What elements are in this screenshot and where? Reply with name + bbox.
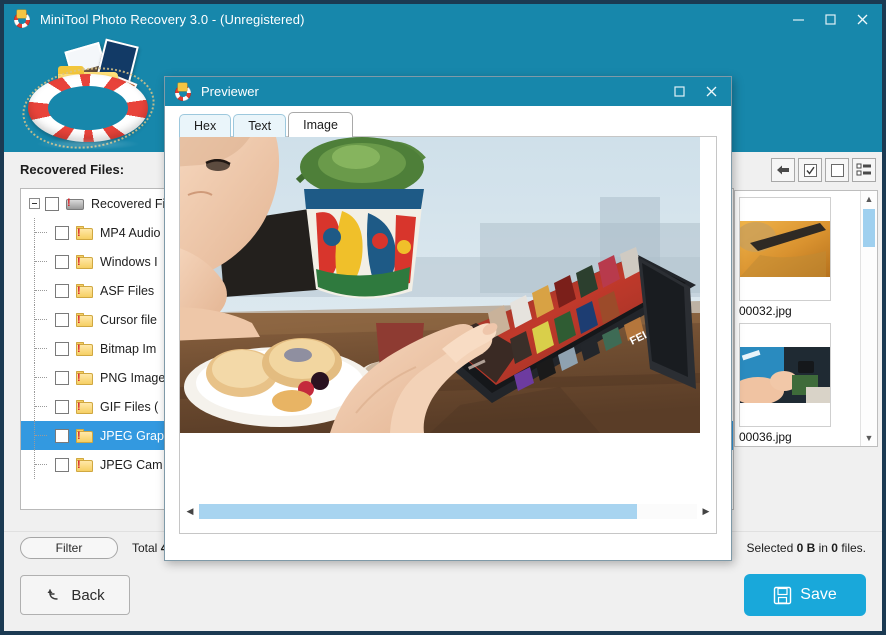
tab-label: Hex <box>194 119 217 133</box>
tree-item-label: ASF Files <box>100 283 155 298</box>
back-button[interactable]: Back <box>20 575 130 615</box>
preview-area[interactable]: FELT ◀ ▶ <box>179 137 717 534</box>
tree-checkbox[interactable] <box>55 370 69 385</box>
filter-button-label: Filter <box>55 540 83 555</box>
tree-item-label: MP4 Audio <box>100 225 161 240</box>
selected-count: 0 <box>831 540 838 555</box>
woman-touching-tablet-photo: FELT <box>180 137 700 433</box>
thumbnail-image <box>740 347 830 403</box>
thumbnail-filename: 00032.jpg <box>739 304 792 318</box>
selected-size: 0 B <box>796 540 816 555</box>
tab-label: Text <box>248 119 272 133</box>
total-status-text: Total 4 <box>132 541 167 555</box>
arrow-left-icon[interactable] <box>771 158 795 182</box>
dialog-title-bar: Previewer <box>165 77 731 106</box>
folder-warning-icon: ! <box>76 370 93 385</box>
thumbnail-item[interactable] <box>739 197 831 301</box>
tree-checkbox[interactable] <box>55 399 69 414</box>
tree-checkbox[interactable] <box>45 196 59 211</box>
thumbnail-filename: 00036.jpg <box>739 430 792 444</box>
folder-warning-icon: ! <box>76 428 93 443</box>
tree-checkbox[interactable] <box>55 428 69 443</box>
tree-checkbox[interactable] <box>55 457 69 472</box>
tree-checkbox[interactable] <box>55 312 69 327</box>
dialog-title: Previewer <box>201 84 259 99</box>
tree-checkbox[interactable] <box>55 341 69 356</box>
tree-checkbox[interactable] <box>55 254 69 269</box>
save-button[interactable]: Save <box>744 574 866 616</box>
title-bar: MiniTool Photo Recovery 3.0 - (Unregiste… <box>4 4 882 34</box>
floppy-disk-icon <box>774 586 792 604</box>
folder-warning-icon: ! <box>76 399 93 414</box>
thumbnails-toolbar <box>734 158 878 182</box>
folder-warning-icon: ! <box>76 457 93 472</box>
tree-item-label: Cursor file <box>100 312 157 327</box>
minimize-icon[interactable] <box>782 6 814 32</box>
tree-item-label: JPEG Cam <box>100 457 163 472</box>
thumbnails-scrollbar[interactable]: ▲ ▼ <box>860 191 877 446</box>
undo-arrow-icon <box>47 589 59 600</box>
filter-button[interactable]: Filter <box>20 536 118 559</box>
scrollbar-thumb[interactable] <box>199 503 638 519</box>
tab-text[interactable]: Text <box>233 114 287 137</box>
scrollbar-thumb[interactable] <box>863 209 875 247</box>
app-title: MiniTool Photo Recovery 3.0 - (Unregiste… <box>40 11 305 27</box>
scroll-up-icon[interactable]: ▲ <box>861 191 877 207</box>
checkbox-checked-icon[interactable] <box>798 158 822 182</box>
tab-label: Image <box>303 118 338 132</box>
save-button-label: Save <box>800 586 837 603</box>
dialog-footer <box>165 534 731 560</box>
folder-warning-icon: ! <box>76 312 93 327</box>
thumbnails-list[interactable]: 00032.jpg 00036.jpg ▲ ▼ <box>734 190 878 447</box>
previewer-dialog: Previewer Hex Text Image FELT ◀ ▶ <box>164 76 732 561</box>
collapse-box-icon[interactable] <box>29 198 40 209</box>
tab-image[interactable]: Image <box>288 112 353 137</box>
selected-status-text: Selected 0 B in 0 files. <box>747 541 866 555</box>
thumbnail-image <box>740 221 830 277</box>
back-button-label: Back <box>71 586 105 604</box>
previewer-tabs: Hex Text Image <box>165 106 731 137</box>
selected-prefix: Selected <box>746 540 797 555</box>
total-prefix: Total <box>132 540 161 555</box>
thumbnails-pane: 00032.jpg 00036.jpg ▲ ▼ <box>734 158 878 447</box>
close-icon[interactable] <box>695 79 727 105</box>
tree-item-label: Windows I <box>100 254 158 269</box>
lifebuoy-logo-icon <box>17 38 166 152</box>
tree-item-label: JPEG Grap <box>100 428 164 443</box>
tree-item-label: Bitmap Im <box>100 341 157 356</box>
folder-warning-icon: ! <box>76 283 93 298</box>
action-bar: Back Save <box>4 563 882 631</box>
checkbox-empty-icon[interactable] <box>825 158 849 182</box>
application-window: MiniTool Photo Recovery 3.0 - (Unregiste… <box>0 0 886 635</box>
tree-item-label: Recovered Fil <box>91 196 169 211</box>
list-view-icon[interactable] <box>852 158 876 182</box>
lifebuoy-icon <box>174 82 192 101</box>
selected-suffix: files. <box>837 540 866 555</box>
folder-warning-icon: ! <box>76 341 93 356</box>
window-controls <box>782 4 878 34</box>
lifebuoy-icon <box>13 10 31 28</box>
tree-item-label: PNG Image <box>100 370 166 385</box>
selected-middle: in <box>815 540 832 555</box>
scroll-left-icon[interactable]: ◀ <box>181 506 199 517</box>
scrollbar-track[interactable] <box>199 503 697 519</box>
scroll-down-icon[interactable]: ▼ <box>861 430 877 446</box>
folder-warning-icon: ! <box>76 254 93 269</box>
thumbnail-item[interactable] <box>739 323 831 427</box>
folder-warning-icon: ! <box>76 225 93 240</box>
maximize-icon[interactable] <box>663 79 695 105</box>
camera-warning-icon: ! <box>66 197 84 211</box>
dialog-window-controls <box>663 79 727 105</box>
preview-horizontal-scrollbar[interactable]: ◀ ▶ <box>181 501 715 521</box>
tree-item-label: GIF Files ( <box>100 399 159 414</box>
close-icon[interactable] <box>846 6 878 32</box>
tab-hex[interactable]: Hex <box>179 114 232 137</box>
maximize-icon[interactable] <box>814 6 846 32</box>
tree-checkbox[interactable] <box>55 283 69 298</box>
scroll-right-icon[interactable]: ▶ <box>697 506 715 517</box>
tree-checkbox[interactable] <box>55 225 69 240</box>
